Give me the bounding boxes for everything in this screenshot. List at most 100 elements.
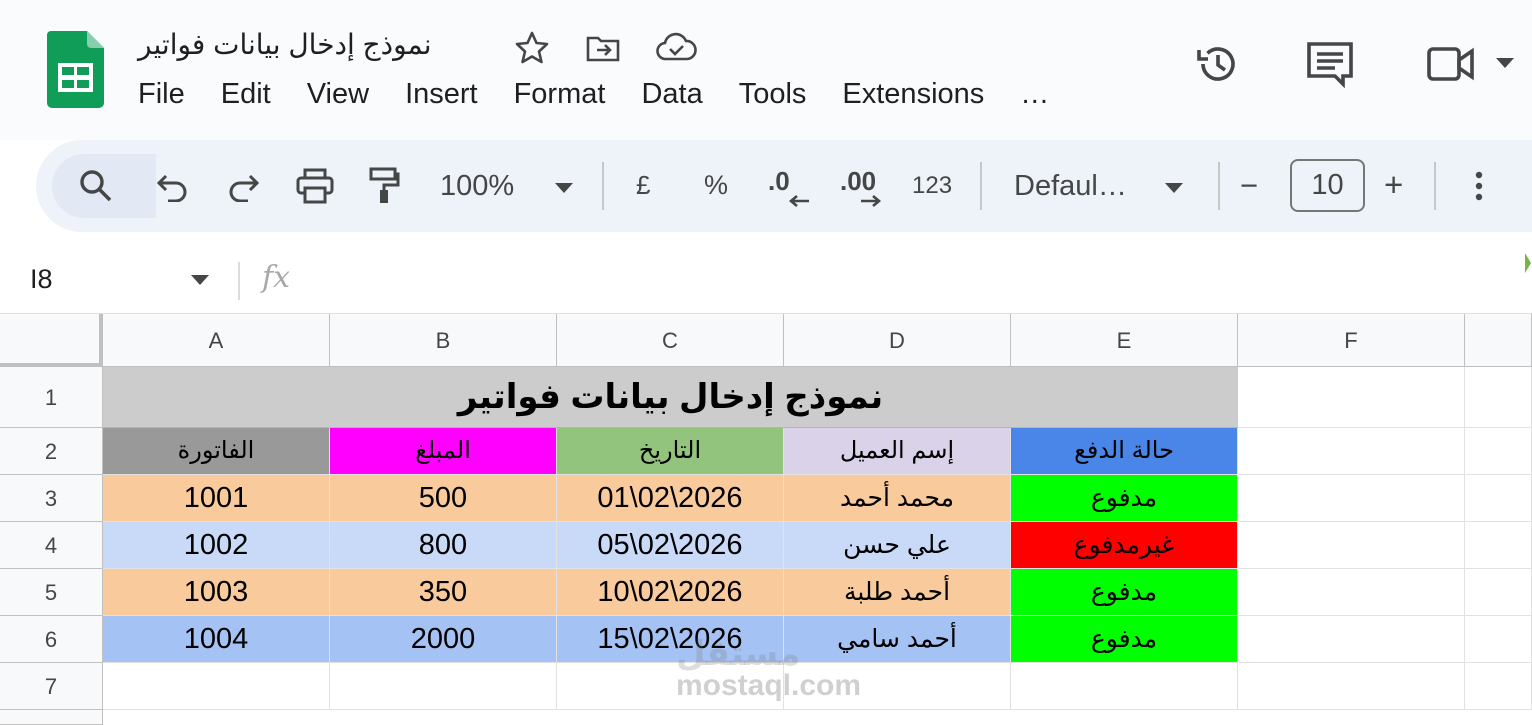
row-header-8[interactable] xyxy=(0,710,103,725)
header-amount[interactable]: المبلغ xyxy=(330,428,557,475)
row-header-7[interactable]: 7 xyxy=(0,663,103,710)
header-invoice[interactable]: الفاتورة xyxy=(103,428,330,475)
cell-f3[interactable] xyxy=(1238,475,1465,522)
column-header-d[interactable]: D xyxy=(784,314,1011,367)
header-date[interactable]: التاريخ xyxy=(557,428,784,475)
increase-decimal-button[interactable]: .00 xyxy=(840,166,876,197)
font-size-input[interactable]: 10 xyxy=(1290,159,1365,212)
font-size-increase-button[interactable]: + xyxy=(1384,166,1403,204)
cell-f5[interactable] xyxy=(1238,569,1465,616)
name-box[interactable]: I8 xyxy=(30,264,53,295)
column-header-f[interactable]: F xyxy=(1238,314,1465,367)
cell-a7[interactable] xyxy=(103,663,330,710)
cell-f7[interactable] xyxy=(1238,663,1465,710)
row-header-1[interactable]: 1 xyxy=(0,367,103,428)
sheet-title-cell[interactable]: نموذج إدخال بيانات فواتير xyxy=(103,367,1238,428)
star-icon[interactable] xyxy=(514,30,550,66)
menu-tools[interactable]: Tools xyxy=(739,78,807,118)
cell-g4[interactable] xyxy=(1465,522,1532,569)
header-status[interactable]: حالة الدفع xyxy=(1011,428,1238,475)
cell-client[interactable]: علي حسن xyxy=(784,522,1011,569)
font-chevron-icon[interactable] xyxy=(1164,182,1184,194)
menu-more[interactable]: … xyxy=(1020,78,1049,118)
more-formats-button[interactable]: 123 xyxy=(912,172,952,200)
cell-amount[interactable]: 2000 xyxy=(330,616,557,663)
cell-status[interactable]: مدفوع xyxy=(1011,475,1238,522)
cell-e7[interactable] xyxy=(1011,663,1238,710)
row-header-5[interactable]: 5 xyxy=(0,569,103,616)
redo-icon[interactable] xyxy=(226,170,260,202)
zoom-chevron-icon[interactable] xyxy=(554,182,574,194)
menu-view[interactable]: View xyxy=(307,78,369,118)
percent-format-button[interactable]: % xyxy=(704,170,728,201)
cell-g1[interactable] xyxy=(1465,367,1532,428)
cell-amount[interactable]: 500 xyxy=(330,475,557,522)
row-header-4[interactable]: 4 xyxy=(0,522,103,569)
cell-f1[interactable] xyxy=(1238,367,1465,428)
row-header-6[interactable]: 6 xyxy=(0,616,103,663)
cell-g6[interactable] xyxy=(1465,616,1532,663)
more-vert-icon[interactable] xyxy=(1474,170,1484,202)
cell-invoice[interactable]: 1002 xyxy=(103,522,330,569)
cell-invoice[interactable]: 1001 xyxy=(103,475,330,522)
cell-client[interactable]: أحمد سامي xyxy=(784,616,1011,663)
menu-edit[interactable]: Edit xyxy=(221,78,271,118)
cell-client[interactable]: أحمد طلبة xyxy=(784,569,1011,616)
header-client[interactable]: إسم العميل xyxy=(784,428,1011,475)
menu-format[interactable]: Format xyxy=(514,78,606,118)
meet-camera-icon[interactable] xyxy=(1426,44,1476,84)
cell-g7[interactable] xyxy=(1465,663,1532,710)
cell-status[interactable]: مدفوع xyxy=(1011,569,1238,616)
cell-f6[interactable] xyxy=(1238,616,1465,663)
cell-date[interactable]: 10\02\2026 xyxy=(557,569,784,616)
cell-b7[interactable] xyxy=(330,663,557,710)
menu-data[interactable]: Data xyxy=(641,78,702,118)
currency-format-button[interactable]: £ xyxy=(636,170,650,201)
chevron-down-icon[interactable] xyxy=(1494,56,1516,70)
cell-g3[interactable] xyxy=(1465,475,1532,522)
menu-file[interactable]: File xyxy=(138,78,185,118)
row-header-3[interactable]: 3 xyxy=(0,475,103,522)
toolbar-divider xyxy=(1434,162,1436,210)
row-header-2[interactable]: 2 xyxy=(0,428,103,475)
font-family-select[interactable]: Defaul… xyxy=(1014,170,1127,203)
menu-extensions[interactable]: Extensions xyxy=(842,78,984,118)
font-size-decrease-button[interactable]: − xyxy=(1240,168,1258,204)
undo-icon[interactable] xyxy=(156,170,190,202)
menu-insert[interactable]: Insert xyxy=(405,78,478,118)
name-box-chevron-icon[interactable] xyxy=(190,274,210,286)
column-header-b[interactable]: B xyxy=(330,314,557,367)
cell-g2[interactable] xyxy=(1465,428,1532,475)
cell-f2[interactable] xyxy=(1238,428,1465,475)
paint-format-icon[interactable] xyxy=(368,167,400,205)
cell-invoice[interactable]: 1003 xyxy=(103,569,330,616)
cell-client[interactable]: محمد أحمد xyxy=(784,475,1011,522)
cell-amount[interactable]: 800 xyxy=(330,522,557,569)
zoom-select[interactable]: 100% xyxy=(440,170,514,203)
search-icon[interactable] xyxy=(78,168,114,204)
toolbar-divider xyxy=(980,162,982,210)
arrow-right-icon xyxy=(861,195,882,207)
column-header-c[interactable]: C xyxy=(557,314,784,367)
sheets-logo-icon[interactable] xyxy=(47,31,104,108)
version-history-icon[interactable] xyxy=(1194,40,1242,88)
column-header-a[interactable]: A xyxy=(103,314,330,367)
column-header-g[interactable] xyxy=(1465,314,1532,367)
document-title[interactable]: نموذج إدخال بيانات فواتير xyxy=(138,28,432,61)
cell-date[interactable]: 05\02\2026 xyxy=(557,522,784,569)
cloud-saved-icon[interactable] xyxy=(655,30,697,66)
side-panel-arrow-icon[interactable] xyxy=(1524,252,1532,274)
cell-status[interactable]: مدفوع xyxy=(1011,616,1238,663)
cell-amount[interactable]: 350 xyxy=(330,569,557,616)
comments-icon[interactable] xyxy=(1305,40,1355,88)
cell-invoice[interactable]: 1004 xyxy=(103,616,330,663)
cell-g5[interactable] xyxy=(1465,569,1532,616)
print-icon[interactable] xyxy=(296,168,334,204)
cell-status[interactable]: غيرمدفوع xyxy=(1011,522,1238,569)
cell-date[interactable]: 01\02\2026 xyxy=(557,475,784,522)
cell-f4[interactable] xyxy=(1238,522,1465,569)
move-folder-icon[interactable] xyxy=(585,30,621,66)
decrease-decimal-button[interactable]: .0 xyxy=(768,166,790,197)
select-all-corner[interactable] xyxy=(0,314,103,367)
column-header-e[interactable]: E xyxy=(1011,314,1238,367)
